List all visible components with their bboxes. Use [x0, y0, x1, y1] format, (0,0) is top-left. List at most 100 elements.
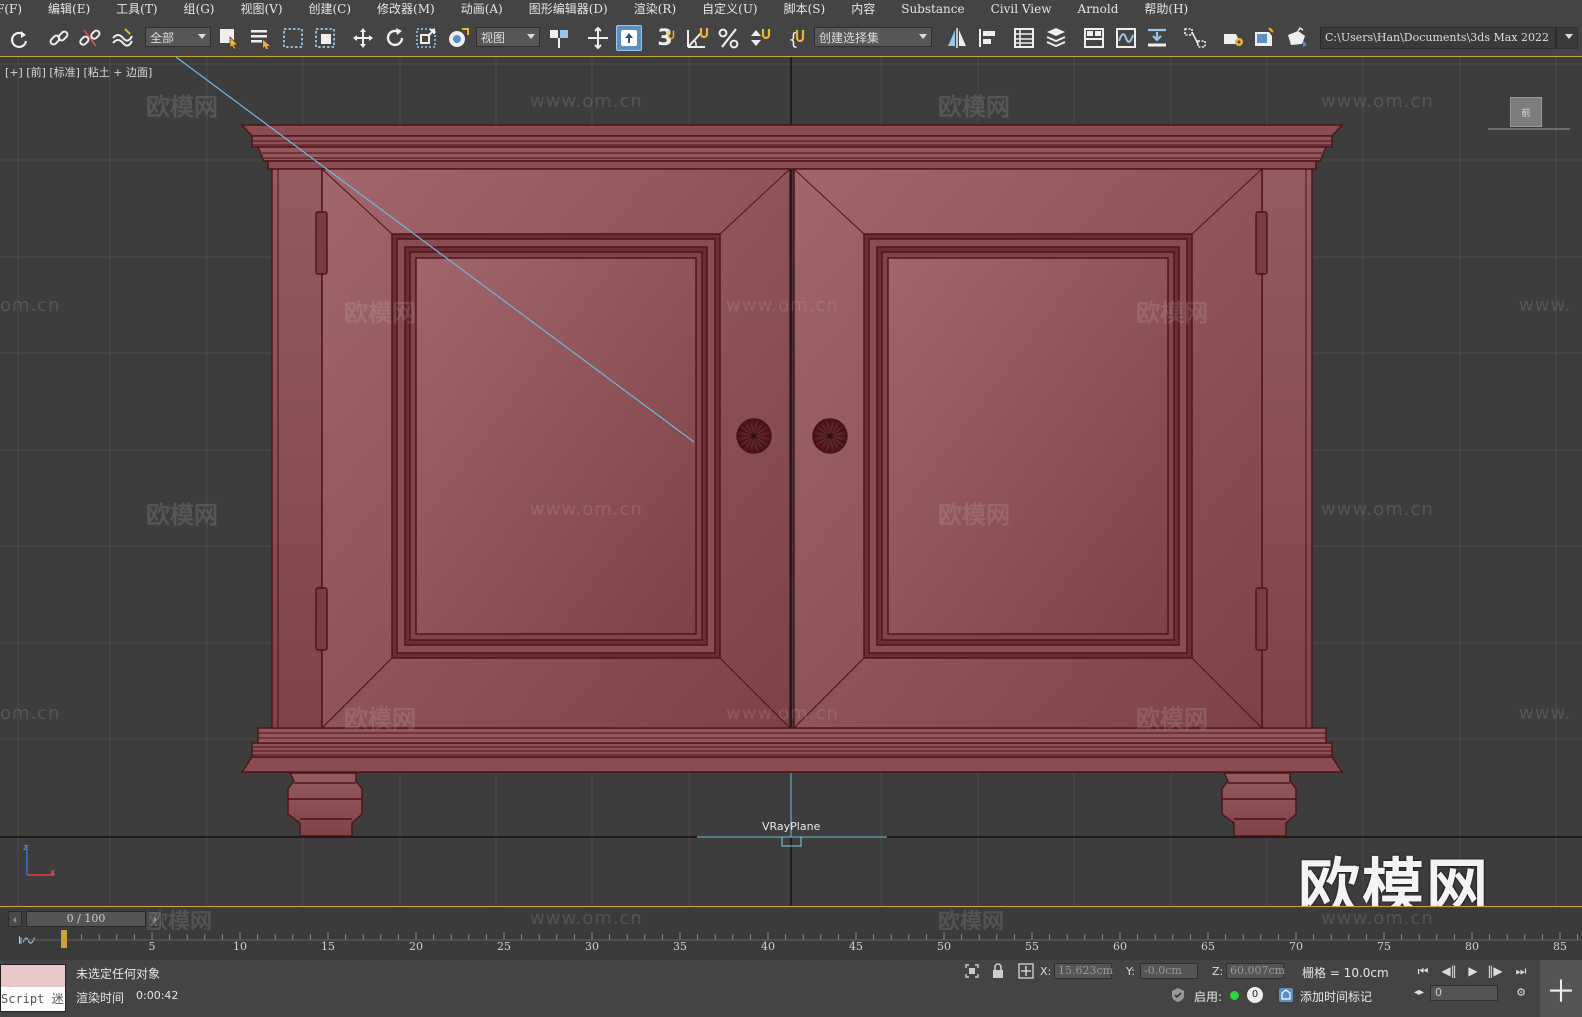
previous-frame-icon[interactable]: ◀‖ [1440, 962, 1458, 980]
select-by-name-icon[interactable] [247, 25, 273, 51]
menu-tools[interactable]: 工具(T) [103, 0, 170, 19]
align-icon[interactable] [975, 25, 1001, 51]
track-tick-label: 60 [1113, 940, 1127, 953]
add-viewport-icon[interactable]: ＋ [1540, 960, 1582, 1017]
menu-animation[interactable]: 动画(A) [448, 0, 516, 19]
menu-help[interactable]: 帮助(H) [1131, 0, 1201, 19]
front-viewport[interactable]: z x [+] [前] [标准] [粘土 + 边面] 前 欧模网 www.om.… [0, 57, 1582, 907]
edit-named-sets-icon[interactable]: { [785, 25, 811, 51]
viewport-label[interactable]: [+] [前] [标准] [粘土 + 边面] [5, 64, 152, 80]
add-time-tag[interactable]: 添加时间标记 [1300, 988, 1372, 1005]
track-tick-label: 40 [761, 940, 775, 953]
maxscript-listener[interactable]: Script 迷 [0, 964, 66, 1012]
dope-sheet-icon[interactable] [1144, 25, 1170, 51]
selection-filter-dropdown[interactable]: 全部 [145, 27, 211, 47]
select-manipulate-icon[interactable] [585, 25, 611, 51]
window-crossing-icon[interactable] [312, 25, 338, 51]
adaptive-degradation-icon[interactable] [1170, 987, 1186, 1003]
bind-spacewarp-icon[interactable] [109, 25, 135, 51]
isolate-selection-icon[interactable] [964, 963, 980, 979]
layer-explorer-icon[interactable] [1043, 25, 1069, 51]
svg-text:z: z [23, 843, 28, 853]
absolute-mode-icon[interactable] [1018, 963, 1034, 979]
menu-customize[interactable]: 自定义(U) [689, 0, 770, 19]
unlink-icon[interactable] [77, 25, 103, 51]
link-icon[interactable] [46, 25, 72, 51]
place-icon[interactable] [445, 25, 471, 51]
enable-count-badge[interactable]: 0 [1247, 987, 1263, 1003]
track-tick-label: 10 [233, 940, 247, 953]
move-icon[interactable] [350, 25, 376, 51]
rendered-frame-icon[interactable] [1251, 25, 1277, 51]
watermark-cn: 欧模网 [1136, 705, 1208, 733]
x-coord-field[interactable]: 15.623cm [1054, 963, 1113, 979]
toggle-ribbon-icon[interactable] [1081, 25, 1107, 51]
render-time-value: 0:00:42 [136, 989, 179, 1002]
track-tick-label: 85 [1553, 940, 1567, 953]
menu-scripting[interactable]: 脚本(S) [771, 0, 839, 19]
menu-edit[interactable]: 编辑(E) [35, 0, 103, 19]
pivot-icon[interactable] [546, 25, 572, 51]
menu-graph-editors[interactable]: 图形编辑器(D) [516, 0, 621, 19]
selection-lock-icon[interactable] [990, 963, 1006, 979]
watermark-cn: 欧模网 [146, 93, 218, 121]
viewcube[interactable]: 前 [1510, 97, 1542, 127]
scene-explorer-icon[interactable] [1011, 25, 1037, 51]
menu-file[interactable]: F(F) [0, 0, 35, 19]
schematic-view-icon[interactable] [1182, 25, 1208, 51]
spinner-snap-icon[interactable] [747, 25, 773, 51]
z-coord-field[interactable]: 60.007cm [1226, 963, 1285, 979]
menu-arnold[interactable]: Arnold [1065, 0, 1132, 19]
selection-status: 未选定任何对象 [76, 967, 161, 981]
vray-plane-gizmo [697, 773, 887, 847]
status-bar: Script 迷 未选定任何对象 渲染时间 0:00:42 X: 15.623c… [0, 960, 1582, 1017]
time-slider-thumb[interactable]: 0 / 100 [26, 911, 146, 927]
select-object-icon[interactable] [216, 25, 242, 51]
track-ruler: 5 10 15 20 25 30 35 40 45 50 55 60 65 70 75 80 85 [20, 930, 1582, 953]
render-icon[interactable] [1283, 25, 1309, 51]
scale-icon[interactable] [413, 25, 439, 51]
menu-modifiers[interactable]: 修改器(M) [364, 0, 448, 19]
next-frame-icon[interactable]: ‖▶ [1486, 962, 1504, 980]
angle-snap-icon[interactable] [684, 25, 710, 51]
track-tick-label: 65 [1201, 940, 1215, 953]
maxscript-output[interactable] [1, 965, 65, 987]
track-bar[interactable]: 5 10 15 20 25 30 35 40 45 50 55 60 65 70 75 80 85 [0, 930, 1582, 960]
project-path-field[interactable]: C:\Users\Han\Documents\3ds Max 2022 [1320, 27, 1556, 49]
mirror-icon[interactable] [944, 25, 970, 51]
menu-group[interactable]: 组(G) [171, 0, 228, 19]
render-setup-icon[interactable] [1220, 25, 1246, 51]
rect-selection-icon[interactable] [280, 25, 306, 51]
project-path-dropdown[interactable] [1556, 27, 1578, 49]
menu-create[interactable]: 创建(C) [296, 0, 365, 19]
key-mode-icon[interactable]: ◂▸ [1410, 984, 1428, 1002]
reference-coord-dropdown[interactable]: 视图 [476, 27, 540, 47]
menu-rendering[interactable]: 渲染(R) [621, 0, 689, 19]
track-tick-label: 50 [937, 940, 951, 953]
keyboard-shortcut-override-icon[interactable] [616, 25, 642, 51]
maxscript-input[interactable]: Script 迷 [1, 987, 65, 1011]
snap-toggle-icon[interactable]: 3 [652, 25, 678, 51]
redo-icon[interactable] [6, 25, 32, 51]
track-tick-label: 25 [497, 940, 511, 953]
main-toolbar: 全部 视图 3 {创建选择集 C:\Users\Han\Documents\3… [0, 19, 1582, 57]
y-coord-field[interactable]: -0.0cm [1140, 963, 1198, 979]
menu-civil-view[interactable]: Civil View [978, 0, 1065, 19]
time-tag-icon[interactable] [1278, 987, 1294, 1003]
menu-views[interactable]: 视图(V) [227, 0, 295, 19]
time-slider-prev-arrow[interactable]: ‹ [8, 911, 22, 927]
menu-substance[interactable]: Substance [888, 0, 977, 19]
percent-snap-icon[interactable] [716, 25, 742, 51]
watermark-url: www.om.cn [726, 295, 839, 316]
go-to-start-icon[interactable]: ⏮ [1414, 962, 1432, 980]
menu-content[interactable]: 内容 [838, 0, 888, 19]
current-frame-field[interactable]: 0 [1430, 985, 1498, 1001]
rotate-icon[interactable] [382, 25, 408, 51]
watermark-url: om.cn [0, 295, 61, 316]
play-icon[interactable]: ▶ [1464, 962, 1482, 980]
time-config-icon[interactable]: ⚙ [1512, 984, 1530, 1002]
go-to-end-icon[interactable]: ⏭ [1512, 962, 1530, 980]
time-slider[interactable]: ‹ 0 / 100 › 欧模网 www.om.cn 欧模网 www.om.cn [0, 908, 1582, 935]
named-selection-dropdown[interactable]: 创建选择集 [814, 27, 932, 47]
curve-editor-icon[interactable] [1113, 25, 1139, 51]
